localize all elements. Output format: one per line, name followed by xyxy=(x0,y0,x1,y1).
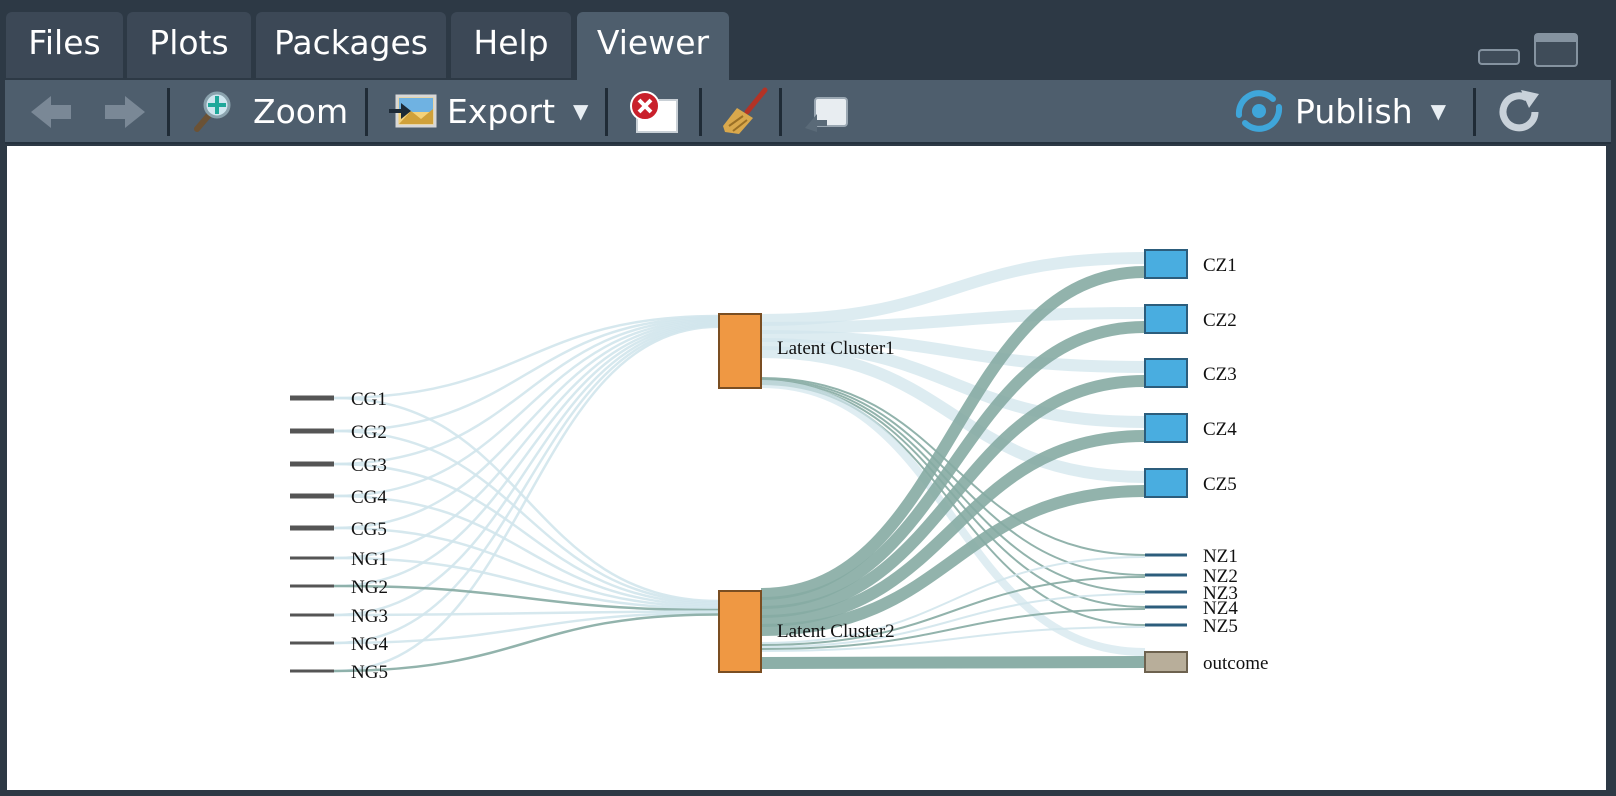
sankey-node-cg5[interactable] xyxy=(290,525,334,531)
tab-help[interactable]: Help xyxy=(451,12,571,78)
sankey-node-label: CZ3 xyxy=(1203,364,1237,385)
tab-bar: Files Plots Packages Help Viewer xyxy=(0,0,1616,80)
tab-packages[interactable]: Packages xyxy=(256,12,446,78)
viewer-pane: Files Plots Packages Help Viewer Zoom Ex… xyxy=(0,0,1616,796)
sankey-node-nz3[interactable] xyxy=(1145,590,1187,594)
sankey-node-nz1[interactable] xyxy=(1145,553,1187,557)
clear-current-viewer-icon[interactable] xyxy=(627,88,681,136)
sankey-diagram: CG1 CG2 CG3 CG4 CG5 NG1 NG2 NG3 NG4 NG5 Latent Clu… xyxy=(290,249,1268,683)
chevron-down-icon[interactable]: ▼ xyxy=(573,99,588,123)
tab-plots[interactable]: Plots xyxy=(127,12,251,78)
sankey-node-cz1[interactable] xyxy=(1144,249,1188,279)
sankey-node-label: CZ4 xyxy=(1203,419,1237,440)
sankey-node-nz5[interactable] xyxy=(1145,623,1187,627)
export-label: Export xyxy=(447,91,556,131)
maximize-pane-icon[interactable] xyxy=(1532,30,1580,70)
sankey-node-label: CG4 xyxy=(351,487,387,508)
sankey-node-label: outcome xyxy=(1203,653,1268,674)
sankey-node-label: NZ5 xyxy=(1203,616,1238,637)
sankey-node-ng4[interactable] xyxy=(290,641,334,645)
sankey-node-cg2[interactable] xyxy=(290,428,334,434)
sankey-node-ng1[interactable] xyxy=(290,556,334,560)
sankey-node-label: CZ2 xyxy=(1203,310,1237,331)
sankey-node-outcome[interactable] xyxy=(1144,651,1188,673)
export-image-icon xyxy=(389,94,437,128)
toolbar-separator xyxy=(699,88,702,136)
viewer-canvas: CG1 CG2 CG3 CG4 CG5 NG1 NG2 NG3 NG4 NG5 Latent Clu… xyxy=(7,146,1606,790)
sankey-node-cg3[interactable] xyxy=(290,461,334,467)
magnifier-icon xyxy=(194,91,231,132)
minimize-pane-icon[interactable] xyxy=(1476,30,1522,70)
sankey-node-cz5[interactable] xyxy=(1144,468,1188,498)
sankey-node-label: NG5 xyxy=(351,662,388,683)
sankey-node-nz4[interactable] xyxy=(1145,605,1187,609)
publish-icon xyxy=(1235,90,1283,132)
sankey-node-label: CZ1 xyxy=(1203,255,1237,276)
export-button[interactable]: Export ▼ xyxy=(387,80,588,142)
sankey-node-label: Latent Cluster1 xyxy=(777,338,895,359)
sankey-node-ng3[interactable] xyxy=(290,613,334,617)
sankey-node-cg4[interactable] xyxy=(290,493,334,499)
toolbar-separator xyxy=(365,88,368,136)
sankey-node-label: CG3 xyxy=(351,455,387,476)
sankey-node-label: NG3 xyxy=(351,606,388,627)
sankey-node-nz2[interactable] xyxy=(1145,573,1187,577)
sankey-node-label: CG2 xyxy=(351,422,387,443)
tab-viewer[interactable]: Viewer xyxy=(577,12,729,80)
chevron-down-icon[interactable]: ▼ xyxy=(1431,99,1446,123)
tab-files[interactable]: Files xyxy=(6,12,123,78)
sankey-link xyxy=(760,656,1146,669)
forward-arrow-icon[interactable] xyxy=(101,92,149,132)
toolbar-separator xyxy=(167,88,170,136)
zoom-button[interactable]: Zoom xyxy=(191,80,348,142)
sankey-link xyxy=(333,526,720,609)
sankey-node-latent-cluster1[interactable] xyxy=(718,313,762,389)
sankey-node-label: NG1 xyxy=(351,549,388,570)
sankey-node-label: NZ1 xyxy=(1203,546,1238,567)
toolbar-separator xyxy=(1473,88,1476,136)
publish-button[interactable]: Publish ▼ xyxy=(1233,80,1446,142)
sankey-node-label: Latent Cluster2 xyxy=(777,621,895,642)
sankey-node-label: CG1 xyxy=(351,389,387,410)
zoom-label: Zoom xyxy=(253,91,349,131)
sankey-node-ng5[interactable] xyxy=(290,669,334,673)
popout-window-icon[interactable] xyxy=(801,90,853,134)
sankey-node-cz4[interactable] xyxy=(1144,413,1188,443)
sankey-node-ng2[interactable] xyxy=(290,584,334,588)
toolbar-separator xyxy=(779,88,782,136)
sankey-link xyxy=(333,321,720,588)
sankey-node-cz2[interactable] xyxy=(1144,304,1188,334)
sankey-node-label: CG5 xyxy=(351,519,387,540)
toolbar-separator xyxy=(605,88,608,136)
sankey-node-label: NG2 xyxy=(351,577,388,598)
back-arrow-icon[interactable] xyxy=(27,92,75,132)
viewer-toolbar: Zoom Export ▼ Publish ▼ xyxy=(5,80,1611,144)
sankey-node-latent-cluster2[interactable] xyxy=(718,590,762,673)
refresh-icon[interactable] xyxy=(1495,88,1545,136)
sankey-node-cz3[interactable] xyxy=(1144,358,1188,388)
sankey-node-label: NG4 xyxy=(351,634,388,655)
publish-label: Publish xyxy=(1295,91,1413,131)
sankey-node-label: CZ5 xyxy=(1203,474,1237,495)
sankey-node-cg1[interactable] xyxy=(290,395,334,401)
broom-icon[interactable] xyxy=(719,86,773,138)
